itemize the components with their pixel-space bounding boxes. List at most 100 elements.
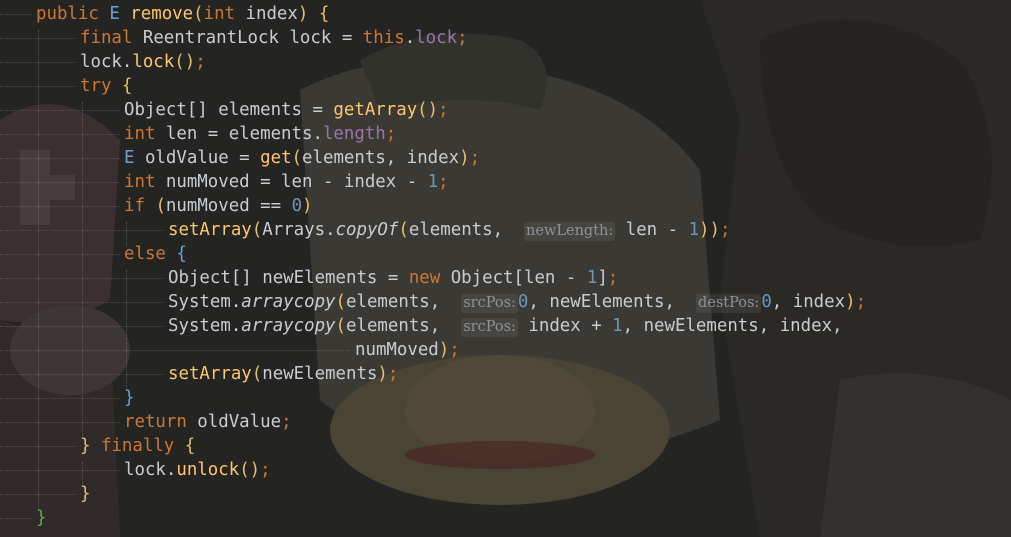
paren: () [174,52,196,72]
code-line-6[interactable]: int len = elements.length; [124,122,396,146]
param-name: index [245,4,298,24]
brace: } [36,508,47,528]
keyword-if: if [124,196,145,216]
code-text: elements, index [302,148,460,168]
code-line-16[interactable]: setArray(newElements); [168,362,398,386]
field: length [322,124,386,144]
semicolon: ; [281,412,292,432]
whitespace-marker [0,398,120,399]
operator: = [341,28,353,48]
code-editor[interactable]: public E remove(int index) { final Reent… [0,0,1011,537]
code-line-14[interactable]: System.arraycopy(elements, srcPos: index… [168,314,843,338]
brace: { [184,436,196,456]
semicolon: ; [457,28,468,48]
paren: )) [699,220,720,240]
code-line-21[interactable]: } [80,482,90,506]
parameter-hint: destPos: [695,294,762,313]
code-text: len = elements. [155,124,323,144]
code-line-11[interactable]: else { [124,242,187,266]
code-line-5[interactable]: Object[] elements = getArray(); [124,98,449,122]
keyword-new: new [408,268,441,288]
code-line-8[interactable]: int numMoved = len - index - 1; [124,170,449,194]
whitespace-marker [0,110,120,111]
method-name: get [260,148,292,168]
keyword-public: public [36,4,99,24]
dot: . [404,28,416,48]
whitespace-marker [0,422,120,423]
code-text: lock. [80,52,133,72]
keyword-this: this [362,28,405,48]
code-line-10[interactable]: setArray(Arrays.copyOf(elements, newLeng… [168,218,730,242]
whitespace-marker [0,38,76,39]
whitespace-marker [0,182,120,183]
code-text: elements, [346,316,451,336]
paren: ( [335,292,347,312]
semicolon: ; [438,172,449,192]
paren: ( [251,220,263,240]
whitespace-marker [0,206,120,207]
code-line-12[interactable]: Object[] newElements = new Object[len - … [168,266,618,290]
whitespace-marker [0,470,120,471]
whitespace-marker [0,158,120,159]
code-text: Arrays. [262,220,336,240]
brace: { [121,76,133,96]
code-line-19[interactable]: } finally { [80,434,195,458]
brace: } [80,484,91,504]
semicolon: ; [438,100,449,120]
paren: ( [291,148,303,168]
number-literal: 1 [688,220,700,240]
semicolon: ; [720,220,731,240]
code-line-3[interactable]: lock.lock(); [80,50,206,74]
code-line-17[interactable]: } [124,386,134,410]
paren: ) [845,292,856,312]
parameter-hint: srcPos: [461,294,518,313]
method-name: unlock [176,460,240,480]
keyword-try: try [80,76,112,96]
variable: lock [289,28,332,48]
code-line-2[interactable]: final ReentrantLock lock = this.lock; [80,26,468,50]
code-line-22[interactable]: } [36,506,46,530]
static-method-name: copyOf [335,220,399,240]
whitespace-marker [0,134,120,135]
indent-guide [38,30,39,510]
brace: { [176,244,187,264]
static-method-name: arraycopy [241,292,336,312]
code-text: Object[len - [440,268,587,288]
code-line-7[interactable]: E oldValue = get(elements, index); [124,146,480,170]
whitespace-marker [0,350,350,351]
semicolon: ; [387,364,399,384]
code-text: len - [615,220,689,240]
whitespace-marker [0,278,164,279]
code-text: ] [597,268,608,288]
code-line-18[interactable]: return oldValue; [124,410,292,434]
whitespace-marker [0,230,164,231]
keyword-else: else [124,244,166,264]
code-line-1[interactable]: public E remove(int index) { [36,2,329,26]
code-line-9[interactable]: if (numMoved == 0) [124,194,313,218]
code-text: Object[] elements = [124,100,334,120]
code-line-4[interactable]: try { [80,74,132,98]
code-text: , newElements, [528,292,686,312]
paren: ) [377,364,388,384]
whitespace-marker [0,86,76,87]
code-line-13[interactable]: System.arraycopy(elements, srcPos: 0, new… [168,290,866,314]
number-literal: 1 [586,268,598,288]
number-literal: 1 [427,172,439,192]
code-text: oldValue [186,412,282,432]
semicolon: ; [607,268,619,288]
code-line-20[interactable]: lock.unlock(); [124,458,271,482]
code-text: numMoved == [165,196,292,216]
paren: ) [438,340,450,360]
keyword-int: int [124,124,156,144]
paren: ) [297,4,309,24]
method-name: getArray [333,100,418,120]
keyword-int: int [124,172,156,192]
field: lock [415,28,458,48]
semicolon: ; [195,52,206,72]
paren: ( [335,316,347,336]
parameter-hint: srcPos: [461,318,518,337]
code-line-15[interactable]: numMoved); [355,338,460,362]
semicolon: ; [855,292,867,312]
whitespace-marker [0,326,164,327]
method-name: setArray [168,364,252,384]
